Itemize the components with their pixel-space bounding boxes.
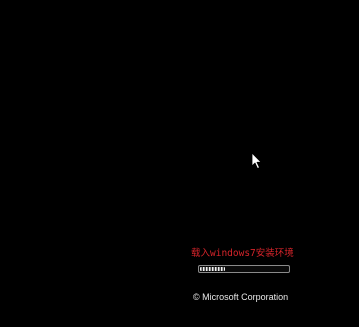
loading-progress-fill (200, 267, 225, 271)
loading-panel: 载入windows7安装环境 (186, 247, 306, 277)
copyright-text: © Microsoft Corporation (193, 292, 289, 302)
setup-boot-screen: 载入windows7安装环境 © Microsoft Corporation (0, 0, 359, 327)
arrow-cursor-icon (251, 152, 262, 169)
loading-progress-bar (198, 265, 290, 273)
loading-status-text: 载入windows7安装环境 (191, 248, 294, 259)
